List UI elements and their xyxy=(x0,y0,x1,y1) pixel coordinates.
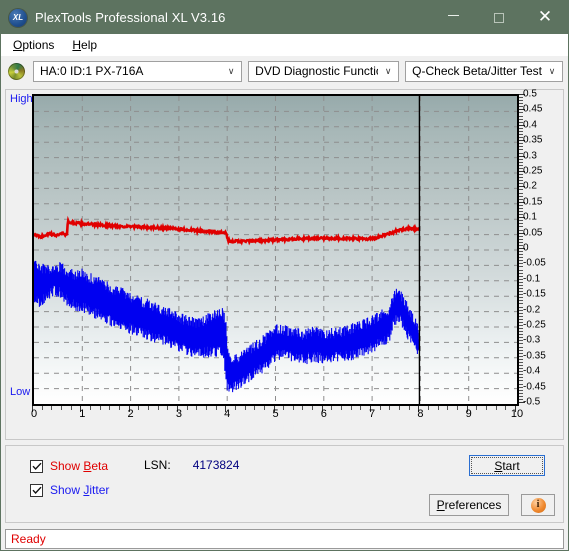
lsn-value: 4173824 xyxy=(192,458,240,472)
x-axis-tick-labels: 0 1 2 3 4 5 6 7 8 9 10 xyxy=(6,408,563,428)
app-xl-icon: XL xyxy=(9,8,27,27)
y-tick-label: -0.3 xyxy=(523,334,541,346)
y-tick-label: -0.05 xyxy=(523,257,546,269)
test-select-value: Q-Check Beta/Jitter Test xyxy=(412,64,542,78)
y-tick-label: 0.35 xyxy=(523,134,543,146)
y-axis-tick-labels: 0.5 0.45 0.4 0.35 0.3 0.25 0.2 0.15 0.1 0.05 0 -0.0… xyxy=(523,88,563,410)
close-button[interactable]: ✕ xyxy=(522,1,568,34)
minimize-button[interactable] xyxy=(430,1,476,34)
preferences-button-label: Preferences xyxy=(436,498,502,512)
series-toggles: Show Beta Show Jitter xyxy=(30,456,109,500)
series-beta xyxy=(34,215,420,246)
control-panel: Show Beta Show Jitter LSN: 4173824 Start… xyxy=(5,445,564,523)
x-tick-label: 5 xyxy=(272,408,279,420)
close-icon: ✕ xyxy=(537,7,553,27)
y-tick-label: -0.45 xyxy=(523,381,546,393)
show-beta-checkbox[interactable] xyxy=(30,459,43,473)
function-select[interactable]: DVD Diagnostic Functions ∨ xyxy=(248,60,400,82)
y-tick-label: 0.15 xyxy=(523,196,543,208)
optical-disc-icon xyxy=(8,62,25,80)
chevron-down-icon: ∨ xyxy=(227,65,235,76)
show-jitter-row[interactable]: Show Jitter xyxy=(30,480,109,500)
show-jitter-label: Show Jitter xyxy=(50,483,110,497)
y-tick-label: 0.45 xyxy=(523,103,543,115)
beta-jitter-plot xyxy=(34,96,517,404)
test-select[interactable]: Q-Check Beta/Jitter Test ∨ xyxy=(405,60,563,82)
status-text: Ready xyxy=(11,532,46,546)
show-beta-row[interactable]: Show Beta xyxy=(30,456,109,476)
drive-select-value: HA:0 ID:1 PX-716A xyxy=(40,64,144,78)
y-tick-label: -0.5 xyxy=(523,396,541,408)
selector-toolbar: HA:0 ID:1 PX-716A ∨ DVD Diagnostic Funct… xyxy=(1,56,568,86)
menu-item-help[interactable]: Help xyxy=(66,36,105,54)
x-tick-label: 2 xyxy=(127,408,134,420)
y-tick-label: -0.4 xyxy=(523,365,541,377)
y-tick-label: -0.1 xyxy=(523,273,541,285)
show-jitter-checkbox[interactable] xyxy=(30,483,43,497)
menu-item-options[interactable]: Options xyxy=(7,36,62,54)
info-icon: i xyxy=(530,497,546,513)
y-tick-label: 0.3 xyxy=(523,150,537,162)
start-button[interactable]: Start xyxy=(469,455,545,476)
window-title: PlexTools Professional XL V3.16 xyxy=(35,10,226,25)
title-bar: XL PlexTools Professional XL V3.16 ✕ xyxy=(1,1,568,34)
lsn-readout: LSN: 4173824 xyxy=(144,458,239,472)
plot-wrapper: High Low 0.5 0.45 0.4 0.35 0.3 0.25 0.2 0.15 0.1… xyxy=(6,88,563,439)
y-tick-label: 0.2 xyxy=(523,180,537,192)
y-tick-label: -0.2 xyxy=(523,304,541,316)
window-controls: ✕ xyxy=(430,1,568,34)
x-tick-label: 3 xyxy=(175,408,182,420)
axis-label-high: High xyxy=(10,93,33,105)
chevron-down-icon: ∨ xyxy=(384,65,392,76)
chevron-down-icon: ∨ xyxy=(548,65,556,76)
x-tick-label: 10 xyxy=(510,408,524,420)
x-tick-label: 8 xyxy=(417,408,424,420)
x-tick-label: 9 xyxy=(465,408,472,420)
info-button[interactable]: i xyxy=(521,494,555,516)
y-tick-label: 0 xyxy=(523,242,529,254)
status-bar: Ready xyxy=(5,529,564,549)
drive-select[interactable]: HA:0 ID:1 PX-716A ∨ xyxy=(33,60,243,82)
menu-bar: Options Help xyxy=(1,34,568,56)
preferences-button[interactable]: Preferences xyxy=(429,494,509,516)
y-tick-label: 0.05 xyxy=(523,227,543,239)
x-tick-label: 1 xyxy=(79,408,86,420)
y-tick-label: 0.25 xyxy=(523,165,543,177)
lsn-caption: LSN: xyxy=(144,458,171,472)
y-tick-label: -0.35 xyxy=(523,350,546,362)
maximize-button[interactable] xyxy=(476,1,522,34)
y-tick-label: 0.1 xyxy=(523,211,537,223)
x-tick-label: 0 xyxy=(30,408,38,420)
x-tick-label: 6 xyxy=(320,408,327,420)
function-select-value: DVD Diagnostic Functions xyxy=(255,64,378,78)
show-beta-label: Show Beta xyxy=(50,459,109,473)
chart-panel: High Low 0.5 0.45 0.4 0.35 0.3 0.25 0.2 0.15 0.1… xyxy=(5,89,564,440)
plextools-window: XL PlexTools Professional XL V3.16 ✕ Opt… xyxy=(0,0,569,551)
y-tick-label: -0.25 xyxy=(523,319,546,331)
plot-area[interactable] xyxy=(32,94,519,406)
axis-label-low: Low xyxy=(10,386,31,398)
start-button-label: Start xyxy=(494,458,520,473)
y-tick-label: 0.4 xyxy=(523,119,537,131)
x-tick-label: 7 xyxy=(369,408,376,420)
y-tick-label: -0.15 xyxy=(523,288,546,300)
x-tick-label: 4 xyxy=(224,408,231,420)
y-tick-label: 0.5 xyxy=(523,88,537,100)
